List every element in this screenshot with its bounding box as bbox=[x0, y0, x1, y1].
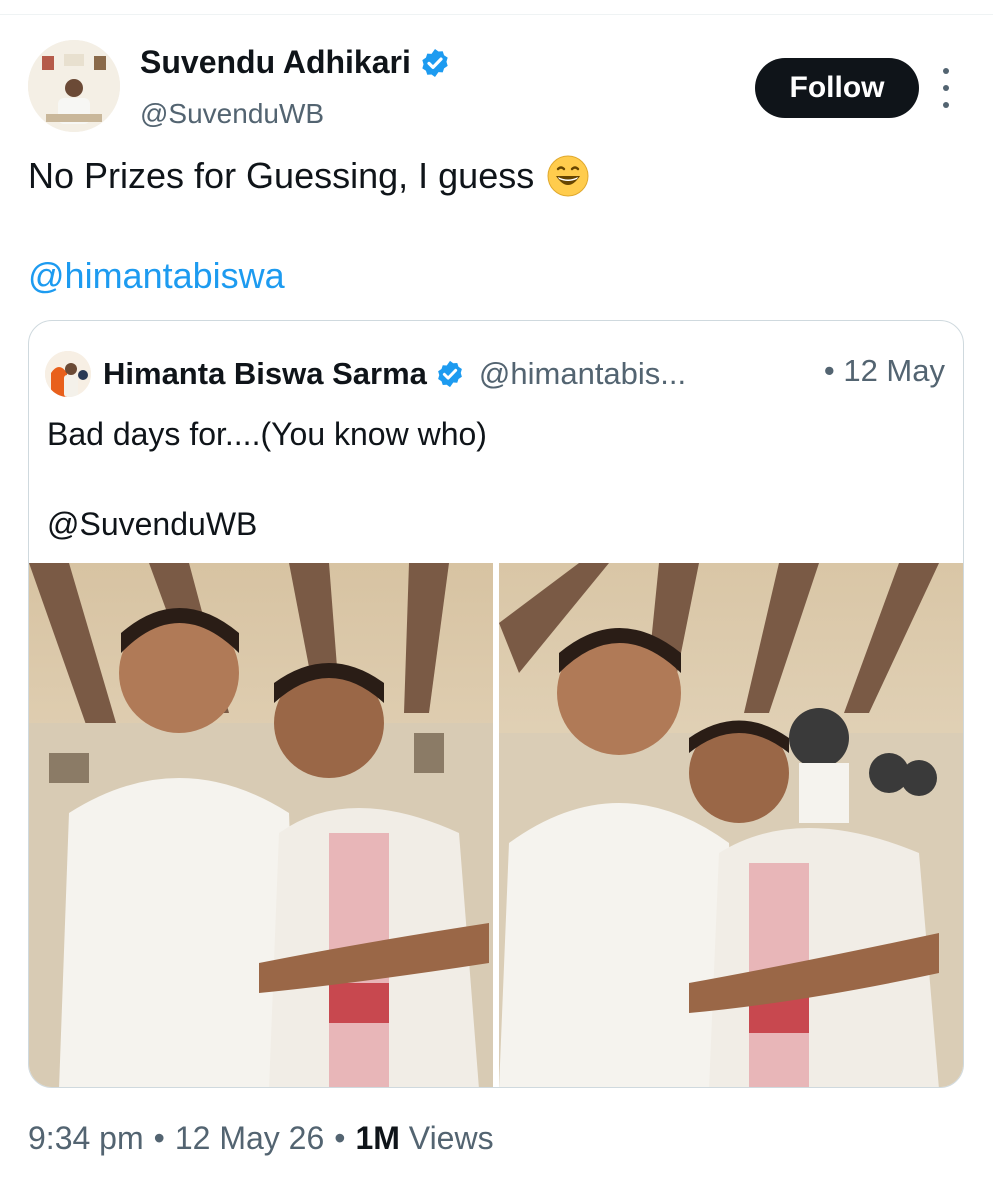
author-avatar[interactable] bbox=[28, 40, 120, 132]
photo-1[interactable] bbox=[29, 563, 493, 1087]
quoted-author-avatar[interactable] bbox=[45, 351, 91, 397]
quoted-date[interactable]: • 12 May bbox=[824, 353, 945, 389]
quoted-tweet-card[interactable]: Himanta Biswa Sarma @himantabis... • 12 … bbox=[28, 320, 964, 1088]
photo-image bbox=[499, 563, 963, 1087]
author-display-name[interactable]: Suvendu Adhikari bbox=[140, 44, 411, 81]
meta-separator: • bbox=[153, 1120, 165, 1156]
tweet-date[interactable]: 12 May 26 bbox=[175, 1120, 324, 1157]
avatar-image bbox=[45, 351, 91, 397]
top-divider bbox=[0, 0, 993, 15]
meta-separator: • bbox=[334, 1120, 346, 1156]
quoted-header: Himanta Biswa Sarma @himantabis... bbox=[45, 351, 686, 397]
tweet-text-row: No Prizes for Guessing, I guess bbox=[28, 154, 590, 198]
author-name-row: Suvendu Adhikari bbox=[140, 44, 451, 81]
tweet-time[interactable]: 9:34 pm bbox=[28, 1120, 144, 1157]
quoted-author-name[interactable]: Himanta Biswa Sarma bbox=[103, 356, 427, 392]
tweet-mention-link[interactable]: @himantabiswa bbox=[28, 255, 285, 297]
tweet-text: No Prizes for Guessing, I guess bbox=[28, 155, 535, 196]
views-count: 1M bbox=[355, 1120, 400, 1156]
author-handle[interactable]: @SuvenduWB bbox=[140, 98, 324, 130]
photo-2[interactable] bbox=[499, 563, 963, 1087]
photo-image bbox=[29, 563, 493, 1087]
quoted-mention[interactable]: @SuvenduWB bbox=[47, 506, 257, 543]
verified-badge-icon bbox=[422, 48, 448, 77]
quoted-photos bbox=[29, 563, 963, 1087]
views-label: Views bbox=[408, 1120, 494, 1156]
more-vertical-icon[interactable] bbox=[936, 68, 956, 108]
avatar-image bbox=[28, 40, 120, 132]
follow-button[interactable]: Follow bbox=[755, 58, 919, 118]
verified-badge-icon bbox=[438, 360, 462, 388]
grinning-face-icon bbox=[547, 155, 589, 197]
views[interactable]: 1M Views bbox=[355, 1120, 493, 1157]
tweet-meta: 9:34 pm • 12 May 26 • 1M Views bbox=[28, 1120, 494, 1157]
quoted-text: Bad days for....(You know who) bbox=[47, 416, 487, 452]
quoted-author-handle[interactable]: @himantabis... bbox=[479, 356, 686, 392]
